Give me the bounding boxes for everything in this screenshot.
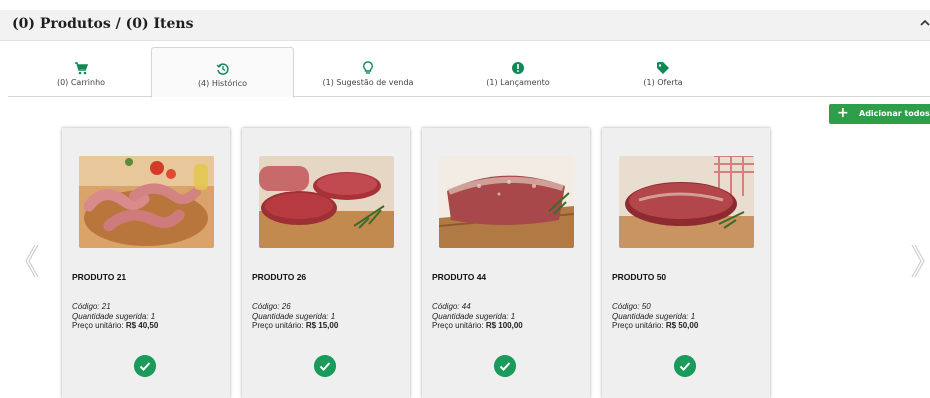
product-name: PRODUTO 50 xyxy=(612,272,667,282)
product-qty: Quantidade sugerida: 1 xyxy=(612,311,696,321)
product-qty: Quantidade sugerida: 1 xyxy=(252,311,336,321)
product-code: Código: 50 xyxy=(612,302,651,311)
product-price-row: Preço unitário: R$ 40,50 xyxy=(72,321,158,331)
tab-bar: (0) Carrinho (4) Histórico (1) Sugestão … xyxy=(8,47,930,98)
price-label: Preço unitário: xyxy=(252,321,304,330)
tab-label: (1) Lançamento xyxy=(486,78,550,87)
check-icon[interactable] xyxy=(314,355,336,377)
tag-icon xyxy=(657,62,669,74)
product-card: PRODUTO 50 Código: 50 Quantidade sugerid… xyxy=(602,128,770,398)
price-value: R$ 50,00 xyxy=(665,321,699,330)
product-name: PRODUTO 44 xyxy=(432,272,487,282)
product-name: PRODUTO 26 xyxy=(252,272,307,282)
tab-sugestao[interactable]: (1) Sugestão de venda xyxy=(298,47,438,97)
tab-lancamento[interactable]: (1) Lançamento xyxy=(448,47,588,97)
product-info: Código: 50 Quantidade sugerida: 1 Preço … xyxy=(612,302,698,331)
cart-icon xyxy=(75,62,88,75)
product-code: Código: 26 xyxy=(252,302,291,311)
product-name: PRODUTO 21 xyxy=(72,272,127,282)
chevron-right-icon[interactable] xyxy=(910,243,928,279)
alert-icon xyxy=(512,62,524,74)
product-price-row: Preço unitário: R$ 50,00 xyxy=(612,321,698,331)
product-price-row: Preço unitário: R$ 15,00 xyxy=(252,321,338,331)
product-info: Código: 26 Quantidade sugerida: 1 Preço … xyxy=(252,302,338,331)
tab-oferta[interactable]: (1) Oferta xyxy=(593,47,733,97)
check-icon[interactable] xyxy=(674,355,696,377)
price-value: R$ 100,00 xyxy=(485,321,523,330)
product-price-row: Preço unitário: R$ 100,00 xyxy=(432,321,523,331)
tab-historico[interactable]: (4) Histórico xyxy=(151,47,294,98)
product-code: Código: 44 xyxy=(432,302,471,311)
product-image xyxy=(79,156,214,248)
product-card: PRODUTO 44 Código: 44 Quantidade sugerid… xyxy=(422,128,590,398)
price-label: Preço unitário: xyxy=(612,321,664,330)
product-qty: Quantidade sugerida: 1 xyxy=(72,311,156,321)
add-all-label: Adicionar todos xyxy=(859,109,930,118)
product-card: PRODUTO 21 Código: 21 Quantidade sugerid… xyxy=(62,128,230,398)
price-value: R$ 40,50 xyxy=(125,321,159,330)
product-image xyxy=(619,156,754,248)
check-icon[interactable] xyxy=(134,355,156,377)
chevron-left-icon[interactable] xyxy=(22,243,40,279)
tab-label: (1) Sugestão de venda xyxy=(322,78,414,87)
price-label: Preço unitário: xyxy=(72,321,124,330)
product-qty: Quantidade sugerida: 1 xyxy=(432,311,516,321)
product-image xyxy=(259,156,394,248)
page-title: (0) Produtos / (0) Itens xyxy=(12,16,194,32)
tab-carrinho[interactable]: (0) Carrinho xyxy=(11,47,151,97)
product-info: Código: 44 Quantidade sugerida: 1 Preço … xyxy=(432,302,523,331)
tab-label: (0) Carrinho xyxy=(56,78,106,87)
section-header: (0) Produtos / (0) Itens xyxy=(0,10,930,41)
product-card: PRODUTO 26 Código: 26 Quantidade sugerid… xyxy=(242,128,410,398)
add-all-button[interactable]: + Adicionar todos xyxy=(829,104,930,124)
tab-label: (4) Histórico xyxy=(197,79,248,88)
product-info: Código: 21 Quantidade sugerida: 1 Preço … xyxy=(72,302,158,331)
lightbulb-icon xyxy=(363,61,373,74)
tab-label: (1) Oferta xyxy=(643,78,683,87)
product-code: Código: 21 xyxy=(72,302,111,311)
history-icon xyxy=(216,63,229,75)
price-label: Preço unitário: xyxy=(432,321,484,330)
plus-icon: + xyxy=(837,105,849,121)
check-icon[interactable] xyxy=(494,355,516,377)
chevron-up-icon[interactable] xyxy=(920,18,930,28)
product-image xyxy=(439,156,574,248)
price-value: R$ 15,00 xyxy=(305,321,339,330)
